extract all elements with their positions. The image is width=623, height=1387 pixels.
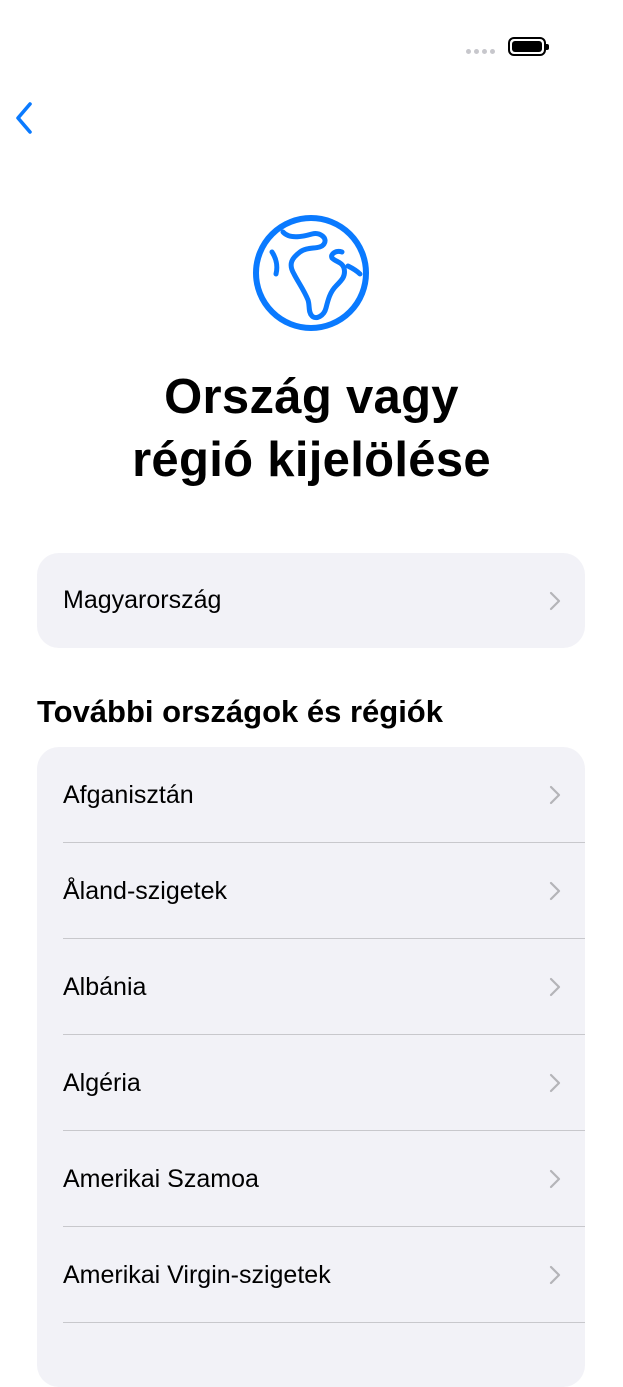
page-title-line2: régió kijelölése — [132, 433, 491, 487]
chevron-right-icon — [549, 785, 561, 805]
chevron-left-icon — [16, 102, 32, 134]
current-region-row[interactable]: Magyarország — [37, 553, 585, 648]
cellular-dots-icon — [466, 49, 495, 54]
list-item[interactable]: Algéria — [37, 1035, 585, 1131]
battery-full-icon — [508, 37, 549, 56]
list-item[interactable]: Åland-szigetek — [37, 843, 585, 939]
other-regions-header: További országok és régiók — [37, 694, 443, 729]
chevron-right-icon — [549, 591, 561, 610]
list-item-label: Afganisztán — [63, 781, 194, 809]
list-item[interactable] — [37, 1323, 585, 1387]
chevron-right-icon — [549, 881, 561, 901]
page-title-line1: Ország vagy — [164, 370, 459, 424]
list-item[interactable]: Albánia — [37, 939, 585, 1035]
back-button[interactable] — [8, 96, 52, 140]
list-item-label: Algéria — [63, 1069, 141, 1097]
status-bar — [0, 0, 623, 90]
region-list: Afganisztán Åland-szigetek Albánia Algér… — [37, 747, 585, 1387]
chevron-right-icon — [549, 1265, 561, 1285]
list-item[interactable]: Amerikai Szamoa — [37, 1131, 585, 1227]
list-item[interactable]: Afganisztán — [37, 747, 585, 843]
page-title: Ország vagy régió kijelölése — [0, 366, 623, 492]
current-region-card: Magyarország — [37, 553, 585, 648]
chevron-right-icon — [549, 1169, 561, 1189]
list-item-label: Åland-szigetek — [63, 877, 227, 905]
list-item-label: Albánia — [63, 973, 147, 1001]
chevron-right-icon — [549, 977, 561, 997]
chevron-right-icon — [549, 1073, 561, 1093]
current-region-label: Magyarország — [63, 586, 222, 614]
list-item[interactable]: Amerikai Virgin-szigetek — [37, 1227, 585, 1323]
list-item-label: Amerikai Szamoa — [63, 1165, 259, 1193]
globe-icon — [250, 212, 372, 334]
list-item-label: Amerikai Virgin-szigetek — [63, 1261, 331, 1289]
